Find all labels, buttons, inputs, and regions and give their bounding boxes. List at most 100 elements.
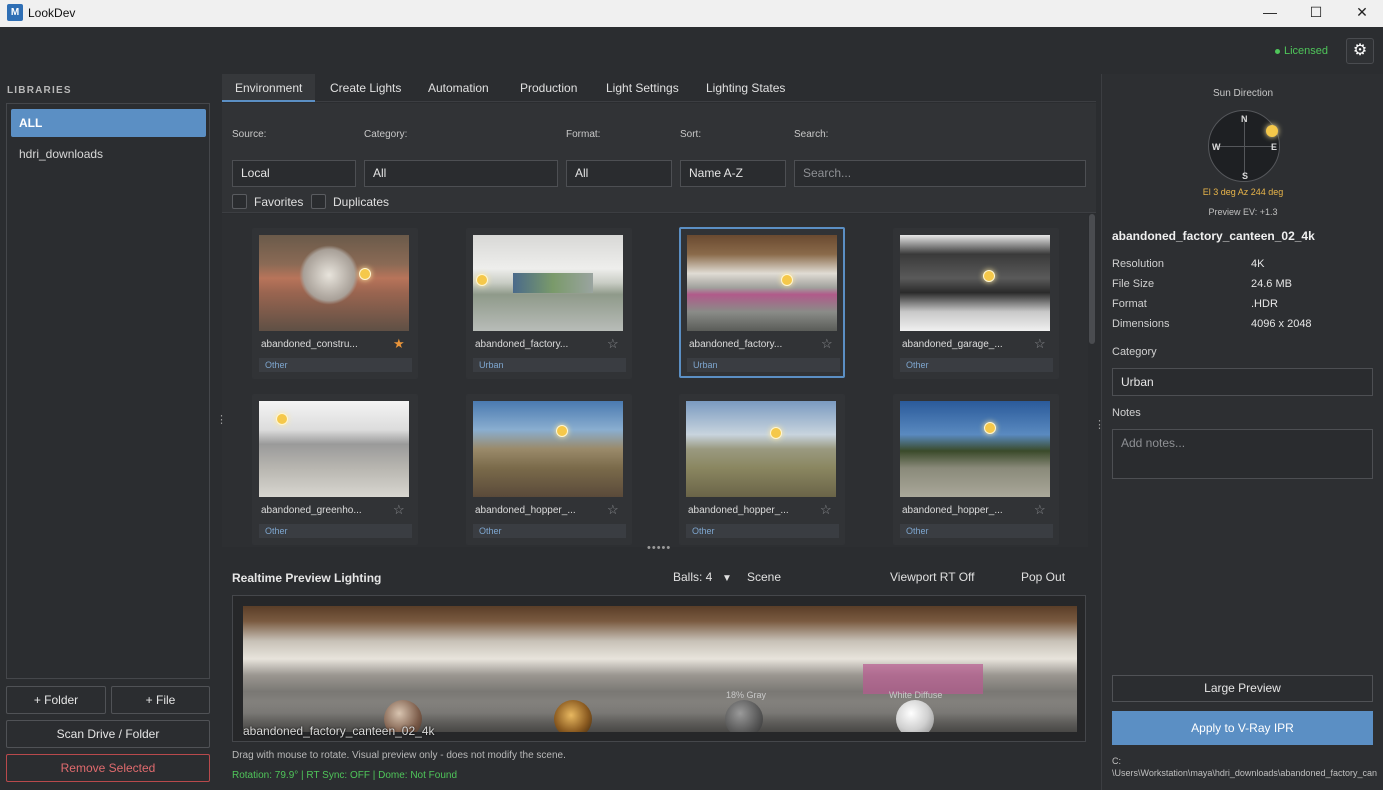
tab-production[interactable]: Production bbox=[507, 74, 590, 102]
format-label: Format: bbox=[566, 129, 601, 140]
hdri-name: abandoned_hopper_... bbox=[902, 505, 1003, 516]
category-tag: Other bbox=[259, 358, 412, 372]
pop-out-button[interactable]: Pop Out bbox=[1021, 570, 1065, 584]
category-tag: Urban bbox=[473, 358, 626, 372]
hdri-thumbnail bbox=[259, 401, 409, 497]
prop-value: 4K bbox=[1251, 258, 1265, 270]
preview-ball-gray bbox=[725, 700, 763, 732]
hdri-card[interactable]: abandoned_greenho... ☆ Other bbox=[252, 394, 418, 545]
prop-key: Format bbox=[1112, 298, 1147, 310]
duplicates-label: Duplicates bbox=[333, 195, 390, 209]
sun-handle-icon[interactable] bbox=[1266, 125, 1278, 137]
apply-vray-ipr-button[interactable]: Apply to V-Ray IPR bbox=[1112, 711, 1373, 745]
favorite-star-icon[interactable]: ☆ bbox=[821, 336, 833, 352]
source-select[interactable]: Local bbox=[232, 160, 356, 187]
hdri-thumbnail bbox=[473, 401, 623, 497]
sun-marker-icon bbox=[276, 413, 288, 425]
tab-bar: Environment Create Lights Automation Pro… bbox=[222, 74, 1096, 102]
chevron-down-icon[interactable]: ▼ bbox=[722, 573, 732, 584]
sun-marker-icon bbox=[770, 427, 782, 439]
tab-create-lights[interactable]: Create Lights bbox=[317, 74, 414, 102]
sun-direction-compass[interactable]: N S E W bbox=[1208, 110, 1280, 182]
main-panel: Environment Create Lights Automation Pro… bbox=[222, 74, 1096, 547]
sort-select[interactable]: Name A-Z bbox=[680, 160, 786, 187]
favorites-checkbox[interactable] bbox=[232, 194, 247, 209]
prop-value: 4096 x 2048 bbox=[1251, 318, 1312, 330]
favorite-star-icon[interactable]: ★ bbox=[393, 336, 405, 352]
scene-button[interactable]: Scene bbox=[747, 570, 781, 584]
tab-environment[interactable]: Environment bbox=[222, 74, 316, 102]
hdri-card[interactable]: abandoned_hopper_... ☆ Other bbox=[893, 394, 1059, 545]
prop-value: .HDR bbox=[1251, 298, 1278, 310]
format-select[interactable]: All bbox=[566, 160, 672, 187]
large-preview-button[interactable]: Large Preview bbox=[1112, 675, 1373, 702]
preview-splitter-handle[interactable]: ••••• bbox=[647, 542, 671, 554]
title-bar: M LookDev — ☐ ✕ bbox=[0, 0, 1383, 27]
maximize-button[interactable]: ☐ bbox=[1293, 0, 1339, 27]
favorite-star-icon[interactable]: ☆ bbox=[607, 502, 619, 518]
prop-value: 24.6 MB bbox=[1251, 278, 1292, 290]
hdri-name: abandoned_constru... bbox=[261, 339, 358, 350]
compass-west: W bbox=[1212, 142, 1221, 152]
sun-marker-icon bbox=[983, 270, 995, 282]
category-tag: Urban bbox=[687, 358, 840, 372]
search-input[interactable]: Search... bbox=[794, 160, 1086, 187]
favorite-star-icon[interactable]: ☆ bbox=[607, 336, 619, 352]
viewport-rt-toggle[interactable]: Viewport RT Off bbox=[890, 570, 975, 584]
category-tag: Other bbox=[686, 524, 839, 538]
preview-status: Rotation: 79.9° | RT Sync: OFF | Dome: N… bbox=[232, 770, 458, 781]
minimize-button[interactable]: — bbox=[1247, 0, 1293, 27]
compass-east: E bbox=[1271, 142, 1278, 152]
details-panel: Sun Direction N S E W El 3 deg Az 244 de… bbox=[1101, 74, 1383, 790]
hdri-card[interactable]: abandoned_hopper_... ☆ Other bbox=[679, 394, 845, 545]
hdri-card[interactable]: abandoned_garage_... ☆ Other bbox=[893, 228, 1059, 379]
hdri-name: abandoned_factory... bbox=[475, 339, 569, 350]
tab-automation[interactable]: Automation bbox=[415, 74, 502, 102]
close-button[interactable]: ✕ bbox=[1339, 0, 1383, 27]
source-label: Source: bbox=[232, 129, 267, 140]
ball-label-white: White Diffuse bbox=[889, 690, 943, 700]
notes-field[interactable]: Add notes... bbox=[1112, 429, 1373, 479]
favorite-star-icon[interactable]: ☆ bbox=[820, 502, 832, 518]
file-path: C: \Users\Workstation\maya\hdri_download… bbox=[1112, 755, 1377, 779]
category-section-label: Category bbox=[1112, 346, 1157, 358]
hdri-card[interactable]: abandoned_factory... ☆ Urban bbox=[466, 228, 632, 379]
preview-ball-white bbox=[896, 700, 934, 732]
compass-north: N bbox=[1241, 114, 1248, 124]
add-folder-button[interactable]: + Folder bbox=[6, 686, 106, 714]
scan-drive-button[interactable]: Scan Drive / Folder bbox=[6, 720, 210, 748]
hdri-card[interactable]: abandoned_hopper_... ☆ Other bbox=[466, 394, 632, 545]
remove-selected-button[interactable]: Remove Selected bbox=[6, 754, 210, 782]
category-tag: Other bbox=[900, 358, 1053, 372]
libraries-heading: LIBRARIES bbox=[7, 85, 72, 96]
sun-marker-icon bbox=[359, 268, 371, 280]
library-item-all[interactable]: ALL bbox=[11, 109, 206, 137]
preview-ev: Preview EV: +1.3 bbox=[1208, 207, 1278, 217]
hdri-card[interactable]: abandoned_factory... ☆ Urban bbox=[679, 227, 845, 378]
settings-button[interactable]: ⚙ bbox=[1346, 38, 1374, 64]
category-select[interactable]: All bbox=[364, 160, 558, 187]
favorite-star-icon[interactable]: ☆ bbox=[1034, 336, 1046, 352]
compass-axis-vertical bbox=[1244, 117, 1245, 177]
tab-light-settings[interactable]: Light Settings bbox=[593, 74, 692, 102]
category-field[interactable]: Urban bbox=[1112, 368, 1373, 396]
library-item-hdri-downloads[interactable]: hdri_downloads bbox=[11, 140, 206, 168]
hdri-panorama[interactable]: 18% Gray White Diffuse bbox=[243, 606, 1077, 732]
favorite-star-icon[interactable]: ☆ bbox=[393, 502, 405, 518]
asset-name: abandoned_factory_canteen_02_4k bbox=[1112, 229, 1315, 243]
compass-axis-horizontal bbox=[1215, 146, 1275, 147]
sun-marker-icon bbox=[556, 425, 568, 437]
grid-scrollbar[interactable] bbox=[1089, 214, 1095, 344]
tab-lighting-states[interactable]: Lighting States bbox=[693, 74, 798, 102]
favorite-star-icon[interactable]: ☆ bbox=[1034, 502, 1046, 518]
category-tag: Other bbox=[900, 524, 1053, 538]
gear-icon: ⚙ bbox=[1352, 42, 1368, 59]
add-file-button[interactable]: + File bbox=[111, 686, 210, 714]
hdri-thumbnail bbox=[900, 235, 1050, 331]
duplicates-checkbox[interactable] bbox=[311, 194, 326, 209]
balls-select[interactable]: Balls: 4 bbox=[673, 570, 712, 584]
hdri-card[interactable]: abandoned_constru... ★ Other bbox=[252, 228, 418, 379]
left-splitter-handle[interactable]: ⋮ bbox=[216, 415, 227, 426]
file-path-drive: C: bbox=[1112, 756, 1121, 766]
preview-viewport[interactable]: 18% Gray White Diffuse abandoned_factory… bbox=[232, 595, 1086, 742]
